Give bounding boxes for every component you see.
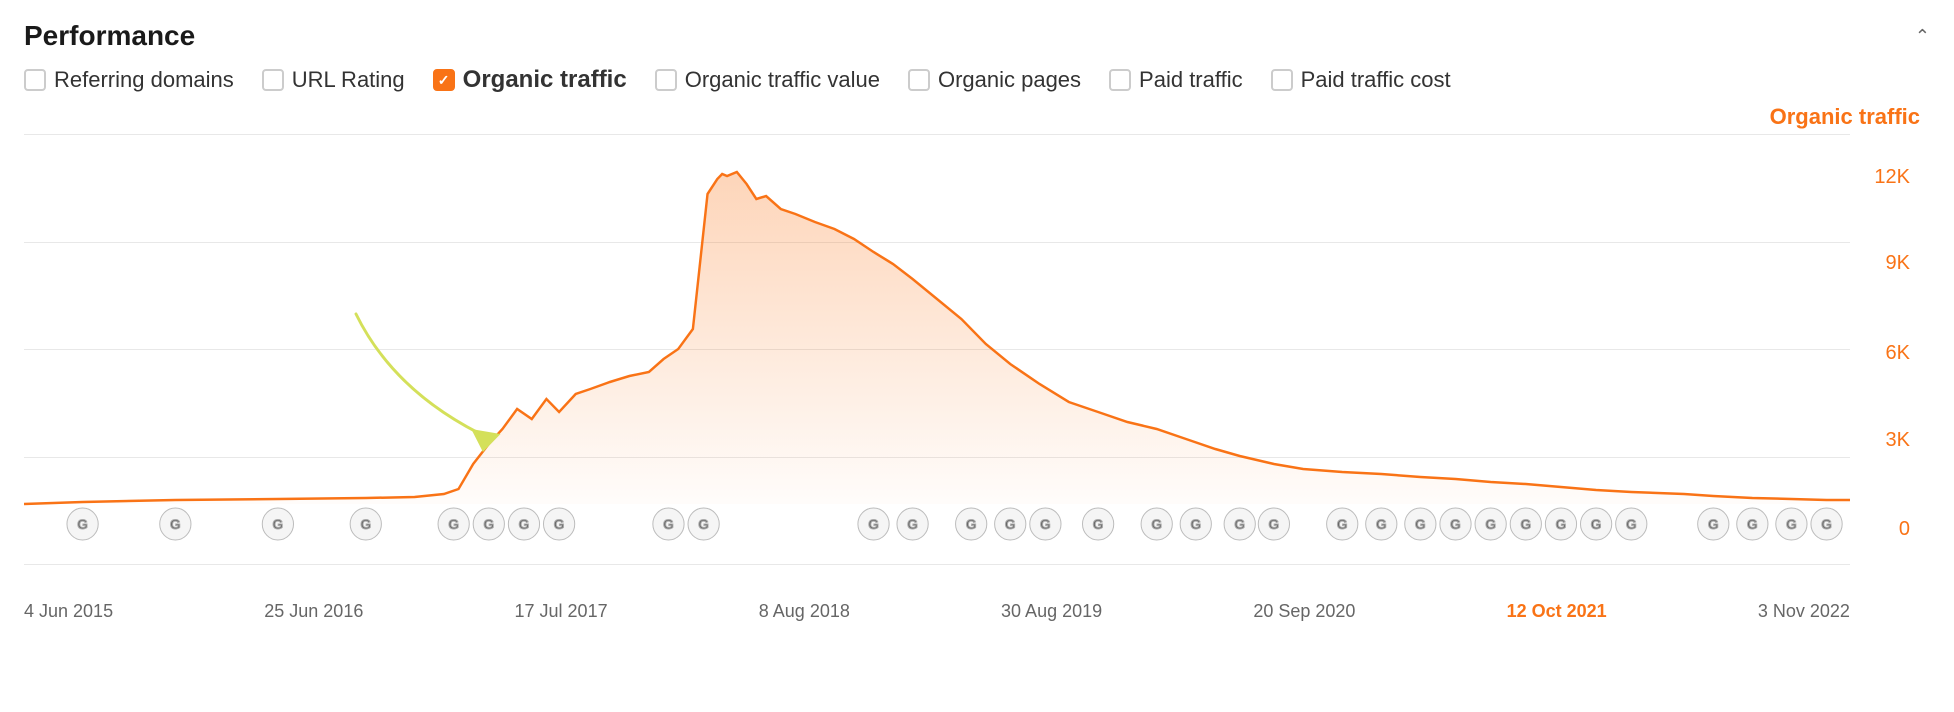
- svg-text:G: G: [1786, 516, 1797, 532]
- svg-text:G: G: [1708, 516, 1719, 532]
- svg-text:G: G: [907, 516, 918, 532]
- svg-text:G: G: [1093, 516, 1104, 532]
- svg-text:G: G: [1337, 516, 1348, 532]
- svg-text:G: G: [966, 516, 977, 532]
- checkbox-box-paid-traffic-cost: [1271, 69, 1293, 91]
- svg-text:G: G: [698, 516, 709, 532]
- svg-text:G: G: [519, 516, 530, 532]
- checkbox-box-organic-traffic-value: [655, 69, 677, 91]
- svg-text:G: G: [554, 516, 565, 532]
- checkbox-item-paid-traffic-cost[interactable]: Paid traffic cost: [1271, 67, 1451, 93]
- checkbox-item-url-rating[interactable]: URL Rating: [262, 67, 405, 93]
- y-label-6k: 6K: [1886, 342, 1910, 365]
- chart-area: Organic traffic 12K 9K 6K 3K 0: [24, 104, 1930, 624]
- svg-text:G: G: [448, 516, 459, 532]
- svg-text:G: G: [1151, 516, 1162, 532]
- svg-text:G: G: [1415, 516, 1426, 532]
- x-label-2015: 4 Jun 2015: [24, 601, 113, 622]
- x-label-2016: 25 Jun 2016: [264, 601, 363, 622]
- checkbox-label-referring-domains: Referring domains: [54, 67, 234, 93]
- y-axis-title: Organic traffic: [1770, 104, 1920, 130]
- svg-text:G: G: [663, 516, 674, 532]
- grid-line-bottom: [24, 564, 1850, 565]
- svg-text:G: G: [1269, 516, 1280, 532]
- checkbox-box-referring-domains: [24, 69, 46, 91]
- svg-text:G: G: [868, 516, 879, 532]
- svg-text:G: G: [1556, 516, 1567, 532]
- checkbox-label-url-rating: URL Rating: [292, 67, 405, 93]
- svg-text:G: G: [1190, 516, 1201, 532]
- svg-text:G: G: [170, 516, 181, 532]
- checkbox-label-organic-traffic-value: Organic traffic value: [685, 67, 880, 93]
- checkbox-item-organic-traffic[interactable]: Organic traffic: [433, 66, 627, 94]
- svg-text:G: G: [1520, 516, 1531, 532]
- checkbox-item-organic-pages[interactable]: Organic pages: [908, 67, 1081, 93]
- checkbox-label-paid-traffic-cost: Paid traffic cost: [1301, 67, 1451, 93]
- x-label-2020: 20 Sep 2020: [1253, 601, 1355, 622]
- svg-text:G: G: [360, 516, 371, 532]
- checkbox-box-organic-pages: [908, 69, 930, 91]
- google-update-icons: G G G G G G G G: [67, 508, 1842, 540]
- checkbox-label-organic-traffic: Organic traffic: [463, 66, 627, 94]
- x-label-2022: 3 Nov 2022: [1758, 601, 1850, 622]
- x-axis: 4 Jun 2015 25 Jun 2016 17 Jul 2017 8 Aug…: [24, 601, 1850, 622]
- x-label-2017: 17 Jul 2017: [515, 601, 608, 622]
- x-label-2021: 12 Oct 2021: [1507, 601, 1607, 622]
- svg-text:G: G: [273, 516, 284, 532]
- checkbox-label-paid-traffic: Paid traffic: [1139, 67, 1243, 93]
- x-label-2018: 8 Aug 2018: [759, 601, 850, 622]
- svg-text:G: G: [1234, 516, 1245, 532]
- y-label-3k: 3K: [1886, 429, 1910, 452]
- checkbox-item-organic-traffic-value[interactable]: Organic traffic value: [655, 67, 880, 93]
- svg-text:G: G: [1821, 516, 1832, 532]
- y-label-9k: 9K: [1886, 252, 1910, 275]
- checkbox-label-organic-pages: Organic pages: [938, 67, 1081, 93]
- svg-text:G: G: [77, 516, 88, 532]
- svg-text:G: G: [1005, 516, 1016, 532]
- annotation-arrow: [356, 314, 501, 452]
- chart-svg: G G G G G G G G: [24, 134, 1850, 564]
- checkbox-box-url-rating: [262, 69, 284, 91]
- page-title: Performance: [24, 20, 195, 52]
- header-row: Performance ⌃: [24, 20, 1930, 52]
- svg-text:G: G: [1747, 516, 1758, 532]
- collapse-button[interactable]: ⌃: [1915, 26, 1930, 47]
- svg-text:G: G: [1485, 516, 1496, 532]
- svg-text:G: G: [1040, 516, 1051, 532]
- y-label-0: 0: [1899, 518, 1910, 541]
- svg-text:G: G: [1450, 516, 1461, 532]
- y-label-12k: 12K: [1874, 166, 1910, 189]
- x-label-2019: 30 Aug 2019: [1001, 601, 1102, 622]
- svg-text:G: G: [1376, 516, 1387, 532]
- checkbox-box-paid-traffic: [1109, 69, 1131, 91]
- checkbox-item-paid-traffic[interactable]: Paid traffic: [1109, 67, 1243, 93]
- checkbox-box-organic-traffic: [433, 69, 455, 91]
- checkbox-item-referring-domains[interactable]: Referring domains: [24, 67, 234, 93]
- svg-text:G: G: [1591, 516, 1602, 532]
- svg-text:G: G: [1626, 516, 1637, 532]
- checkboxes-row: Referring domains URL Rating Organic traff…: [24, 66, 1930, 94]
- chart-inner: G G G G G G G G: [24, 134, 1850, 564]
- chart-area-fill: [24, 172, 1850, 504]
- svg-text:G: G: [483, 516, 494, 532]
- performance-panel: Performance ⌃ Referring domains URL Ratin…: [0, 0, 1954, 624]
